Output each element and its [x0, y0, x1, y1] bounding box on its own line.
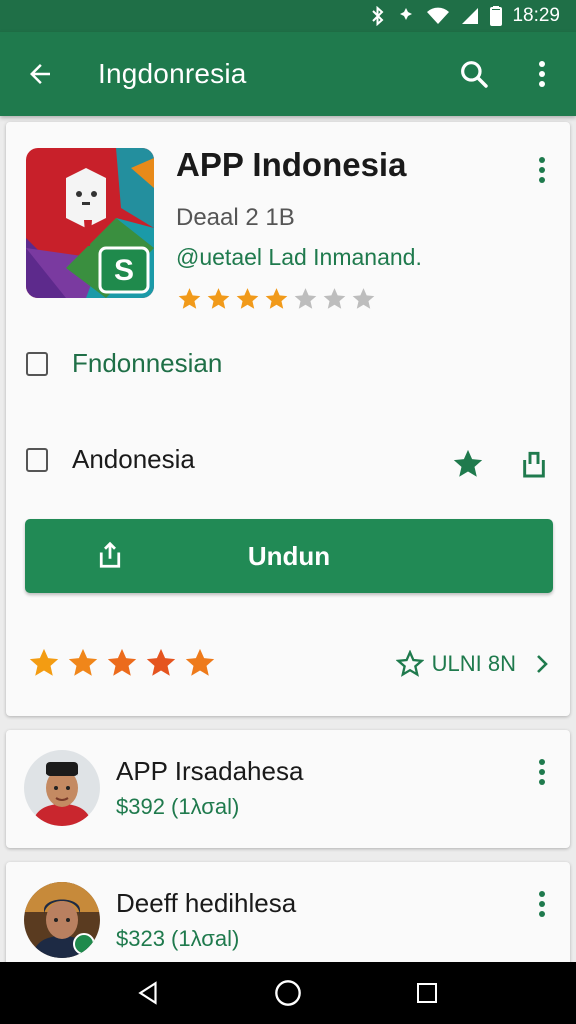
star-icon	[207, 288, 230, 309]
status-time: 18:29	[512, 5, 560, 26]
bluetooth-icon	[370, 6, 386, 26]
wifi-icon	[426, 6, 450, 26]
star-icon	[265, 288, 288, 309]
review-more-button[interactable]	[526, 752, 558, 792]
more-vert-icon	[539, 759, 545, 785]
back-button[interactable]	[0, 32, 80, 116]
more-vert-icon	[539, 61, 545, 87]
option-label: Fndonnesian	[72, 348, 223, 378]
battery-icon	[490, 6, 503, 26]
option-row-2[interactable]: Andonesia	[26, 444, 195, 475]
vibrate-icon	[396, 6, 416, 26]
star-icon[interactable]	[26, 646, 62, 680]
review-card[interactable]: Deeff hedihlesa $323 (1λσal)	[6, 862, 570, 972]
install-label: Undun	[247, 540, 331, 571]
signal-icon	[460, 6, 480, 26]
favorite-button[interactable]	[448, 444, 488, 484]
app-more-button[interactable]	[526, 150, 558, 190]
user-rating-stars[interactable]	[26, 646, 218, 680]
checkbox[interactable]	[26, 447, 48, 472]
search-button[interactable]	[440, 32, 508, 116]
square-recents-icon	[416, 983, 437, 1003]
star-icon[interactable]	[104, 646, 140, 680]
star-icon	[178, 288, 201, 309]
system-nav-bar	[0, 962, 576, 1024]
checkbox[interactable]	[26, 351, 48, 376]
app-bar: Ingdonresia	[0, 32, 576, 116]
avatar	[24, 750, 100, 826]
share-icon	[95, 539, 125, 576]
reviewer-name: APP Irsadahesa	[116, 756, 304, 786]
app-title: APP Indonesia	[176, 146, 407, 183]
nav-recents-button[interactable]	[397, 963, 457, 1023]
share-icon	[523, 451, 545, 478]
reviewer-meta: $323 (1λσal)	[116, 926, 240, 951]
review-card[interactable]: APP Irsadahesa $392 (1λσal)	[6, 730, 570, 848]
overflow-menu-button[interactable]	[508, 32, 576, 116]
reviewer-name: Deeff hedihlesa	[116, 888, 297, 918]
search-icon	[461, 61, 488, 88]
more-vert-icon	[539, 157, 545, 183]
star-icon	[453, 449, 483, 477]
reviews-link[interactable]: ULNI 8N	[395, 650, 550, 678]
star-empty-icon	[323, 288, 346, 309]
option-label: Andonesia	[72, 444, 195, 474]
reviews-link-label: ULNI 8N	[431, 651, 516, 676]
arrow-back-icon	[30, 64, 50, 84]
nav-home-button[interactable]	[258, 963, 318, 1023]
review-more-button[interactable]	[526, 884, 558, 924]
circle-home-icon	[275, 980, 301, 1006]
app-icon: S	[26, 148, 154, 298]
more-vert-icon	[539, 891, 545, 917]
reviewer-meta: $392 (1λσal)	[116, 794, 240, 819]
star-icon[interactable]	[182, 646, 218, 680]
triangle-back-icon	[138, 981, 157, 1005]
star-icon[interactable]	[65, 646, 101, 680]
app-subtitle: Deaal 2 1Β	[176, 204, 295, 231]
app-developer[interactable]: @uetael Lad Inmanand.	[176, 244, 422, 271]
star-icon	[236, 288, 259, 309]
app-details-card: S APP Indonesia Deaal 2 1Β @uetael Lad I…	[6, 122, 570, 716]
chevron-right-icon	[537, 655, 548, 673]
share-button[interactable]	[514, 444, 554, 484]
install-button[interactable]: Undun	[25, 519, 553, 593]
option-row-1[interactable]: Fndonnesian	[26, 348, 222, 379]
avatar	[24, 882, 100, 958]
svg-text:S: S	[114, 254, 134, 287]
app-bar-title: Ingdonresia	[98, 58, 247, 89]
star-icon[interactable]	[143, 646, 179, 680]
star-empty-icon	[352, 288, 375, 309]
star-empty-icon	[294, 288, 317, 309]
star-outline-icon	[395, 650, 424, 677]
nav-back-button[interactable]	[119, 963, 179, 1023]
status-bar: 18:29	[0, 0, 576, 32]
app-rating-stars	[176, 286, 377, 312]
